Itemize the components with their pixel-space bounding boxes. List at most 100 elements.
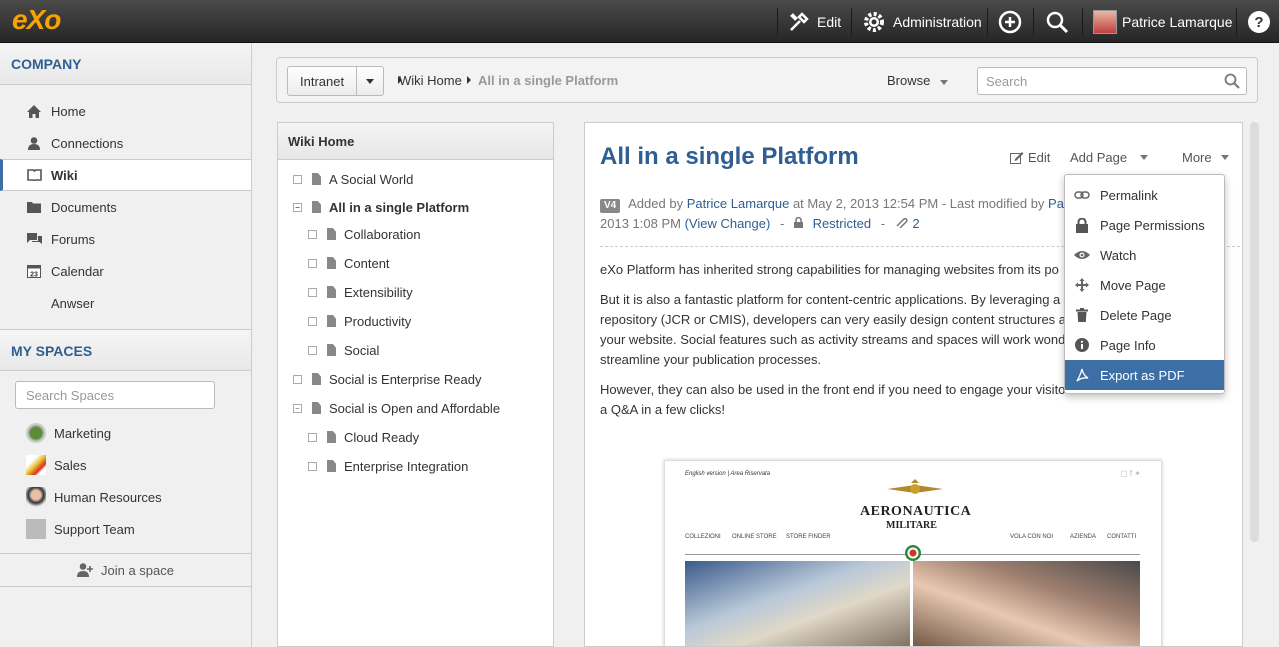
collapse-toggle[interactable]: − [293, 403, 302, 413]
tree-node[interactable]: − Social is Open and Affordable [293, 398, 500, 418]
nav-item-connections[interactable]: Connections [0, 127, 251, 159]
edit-label: Edit [817, 13, 842, 30]
wiki-tree-panel: Wiki Home A Social World − All in a singl… [277, 122, 554, 647]
expand-toggle[interactable] [308, 287, 317, 297]
search-button[interactable] [1045, 0, 1076, 43]
nav-item-documents[interactable]: Documents [0, 191, 251, 223]
embedded-photo-men [685, 561, 910, 646]
breadcrumb-bar: Intranet Wiki Home All in a single Platf… [276, 57, 1258, 103]
space-avatar [26, 423, 46, 443]
space-item-support-team[interactable]: Support Team [0, 513, 251, 545]
space-item-sales[interactable]: Sales [0, 449, 251, 481]
page-icon [327, 257, 336, 269]
separator [777, 8, 778, 36]
tree-node[interactable]: Collaboration [308, 224, 421, 244]
nav-item-calendar[interactable]: 23 Calendar [0, 255, 251, 287]
menu-item-delete-page[interactable]: Delete Page [1065, 300, 1224, 330]
page-scrollbar[interactable] [1250, 122, 1259, 542]
nav-item-forums[interactable]: Forums [0, 223, 251, 255]
view-change-link[interactable]: (View Change) [685, 216, 771, 231]
nav-label: Calendar [51, 263, 104, 279]
expand-toggle[interactable] [308, 316, 317, 326]
edit-icon [1010, 151, 1024, 164]
modifier-link[interactable]: Pa [1048, 196, 1064, 211]
space-item-human-resources[interactable]: Human Resources [0, 481, 251, 513]
tree-node[interactable]: Content [308, 253, 390, 273]
tree-node[interactable]: Extensibility [308, 282, 413, 302]
join-label: Join a space [101, 562, 174, 578]
info-icon [1074, 337, 1090, 353]
expand-toggle[interactable] [308, 461, 317, 471]
expand-toggle[interactable] [308, 258, 317, 268]
user-menu[interactable]: Patrice Lamarque [1093, 0, 1233, 43]
edit-page-button[interactable]: Edit [1010, 150, 1050, 165]
wiki-search-input[interactable]: Search [977, 67, 1247, 95]
restricted-link[interactable]: Restricted [813, 216, 872, 231]
menu-item-export-pdf[interactable]: Export as PDF [1065, 360, 1224, 390]
my-spaces-title: MY SPACES [0, 329, 251, 371]
nav-label: Forums [51, 231, 96, 247]
expand-toggle[interactable] [308, 345, 317, 355]
page-icon [327, 344, 336, 356]
tree-node[interactable]: A Social World [293, 169, 413, 189]
nav-item-wiki[interactable]: Wiki [0, 159, 251, 191]
collapse-toggle[interactable]: − [293, 202, 302, 212]
help-button[interactable]: ? [1247, 0, 1278, 43]
space-item-marketing[interactable]: Marketing [0, 417, 251, 449]
user-name: Patrice Lamarque [1122, 13, 1233, 30]
exo-logo[interactable]: eXo [12, 4, 61, 36]
menu-item-page-info[interactable]: Page Info [1065, 330, 1224, 360]
tree-node[interactable]: Cloud Ready [308, 427, 419, 447]
search-icon [1046, 11, 1069, 33]
paperclip-icon [896, 217, 908, 229]
page-icon [312, 201, 321, 213]
tree-node[interactable]: Productivity [308, 311, 411, 331]
administration-button[interactable]: Administration [862, 0, 982, 43]
embedded-photo-women [913, 561, 1140, 646]
add-page-menu[interactable]: Add Page [1070, 150, 1149, 165]
nav-label: Connections [51, 135, 124, 151]
expand-toggle[interactable] [293, 174, 302, 184]
paragraph: eXo Platform has inherited strong capabi… [600, 262, 1059, 277]
menu-item-permalink[interactable]: Permalink [1065, 180, 1224, 210]
nav-label: Home [51, 103, 86, 119]
page-icon [312, 373, 321, 385]
tree-node[interactable]: Social [308, 340, 379, 360]
tree-node[interactable]: Social is Enterprise Ready [293, 369, 481, 389]
expand-toggle[interactable] [308, 229, 317, 239]
home-icon [26, 103, 42, 119]
tree-node-selected[interactable]: − All in a single Platform [293, 197, 469, 217]
tree-node-label: Productivity [344, 313, 412, 329]
attachments-count[interactable]: 2 [912, 216, 919, 231]
roundel-icon [905, 545, 921, 561]
space-label: Human Resources [54, 489, 162, 505]
chevron-down-icon[interactable] [356, 67, 383, 95]
join-space-button[interactable]: Join a space [0, 553, 251, 587]
tree-node[interactable]: Enterprise Integration [308, 456, 468, 476]
author-link[interactable]: Patrice Lamarque [687, 196, 790, 211]
breadcrumb-wiki-home[interactable]: Wiki Home [399, 73, 462, 88]
search-spaces-input[interactable]: Search Spaces [15, 381, 215, 409]
menu-item-watch[interactable]: Watch [1065, 240, 1224, 270]
tree-node-label: Extensibility [344, 284, 413, 300]
added-at-text: at May 2, 2013 12:54 PM - Last modified … [792, 196, 1045, 211]
add-button[interactable] [998, 0, 1029, 43]
nav-item-home[interactable]: Home [0, 95, 251, 127]
separator [1082, 8, 1083, 36]
tree-title[interactable]: Wiki Home [278, 123, 553, 160]
paragraph-line: streamline your publication processes. [600, 352, 822, 367]
browse-menu[interactable]: Browse [887, 73, 948, 88]
add-user-icon [77, 563, 93, 577]
nav-item-anwser[interactable]: Anwser [0, 287, 251, 319]
version-badge[interactable]: V4 [600, 199, 621, 213]
expand-toggle[interactable] [308, 432, 317, 442]
tree-node-label: A Social World [329, 171, 414, 187]
expand-toggle[interactable] [293, 374, 302, 384]
edit-button[interactable]: Edit [788, 0, 841, 43]
menu-item-page-permissions[interactable]: Page Permissions [1065, 210, 1224, 240]
more-menu[interactable]: More [1182, 150, 1229, 165]
menu-item-move-page[interactable]: Move Page [1065, 270, 1224, 300]
paragraph-line: However, they can also be used in the fr… [600, 382, 1066, 397]
tree-node-label: Collaboration [344, 226, 421, 242]
site-selector[interactable]: Intranet [287, 66, 384, 96]
